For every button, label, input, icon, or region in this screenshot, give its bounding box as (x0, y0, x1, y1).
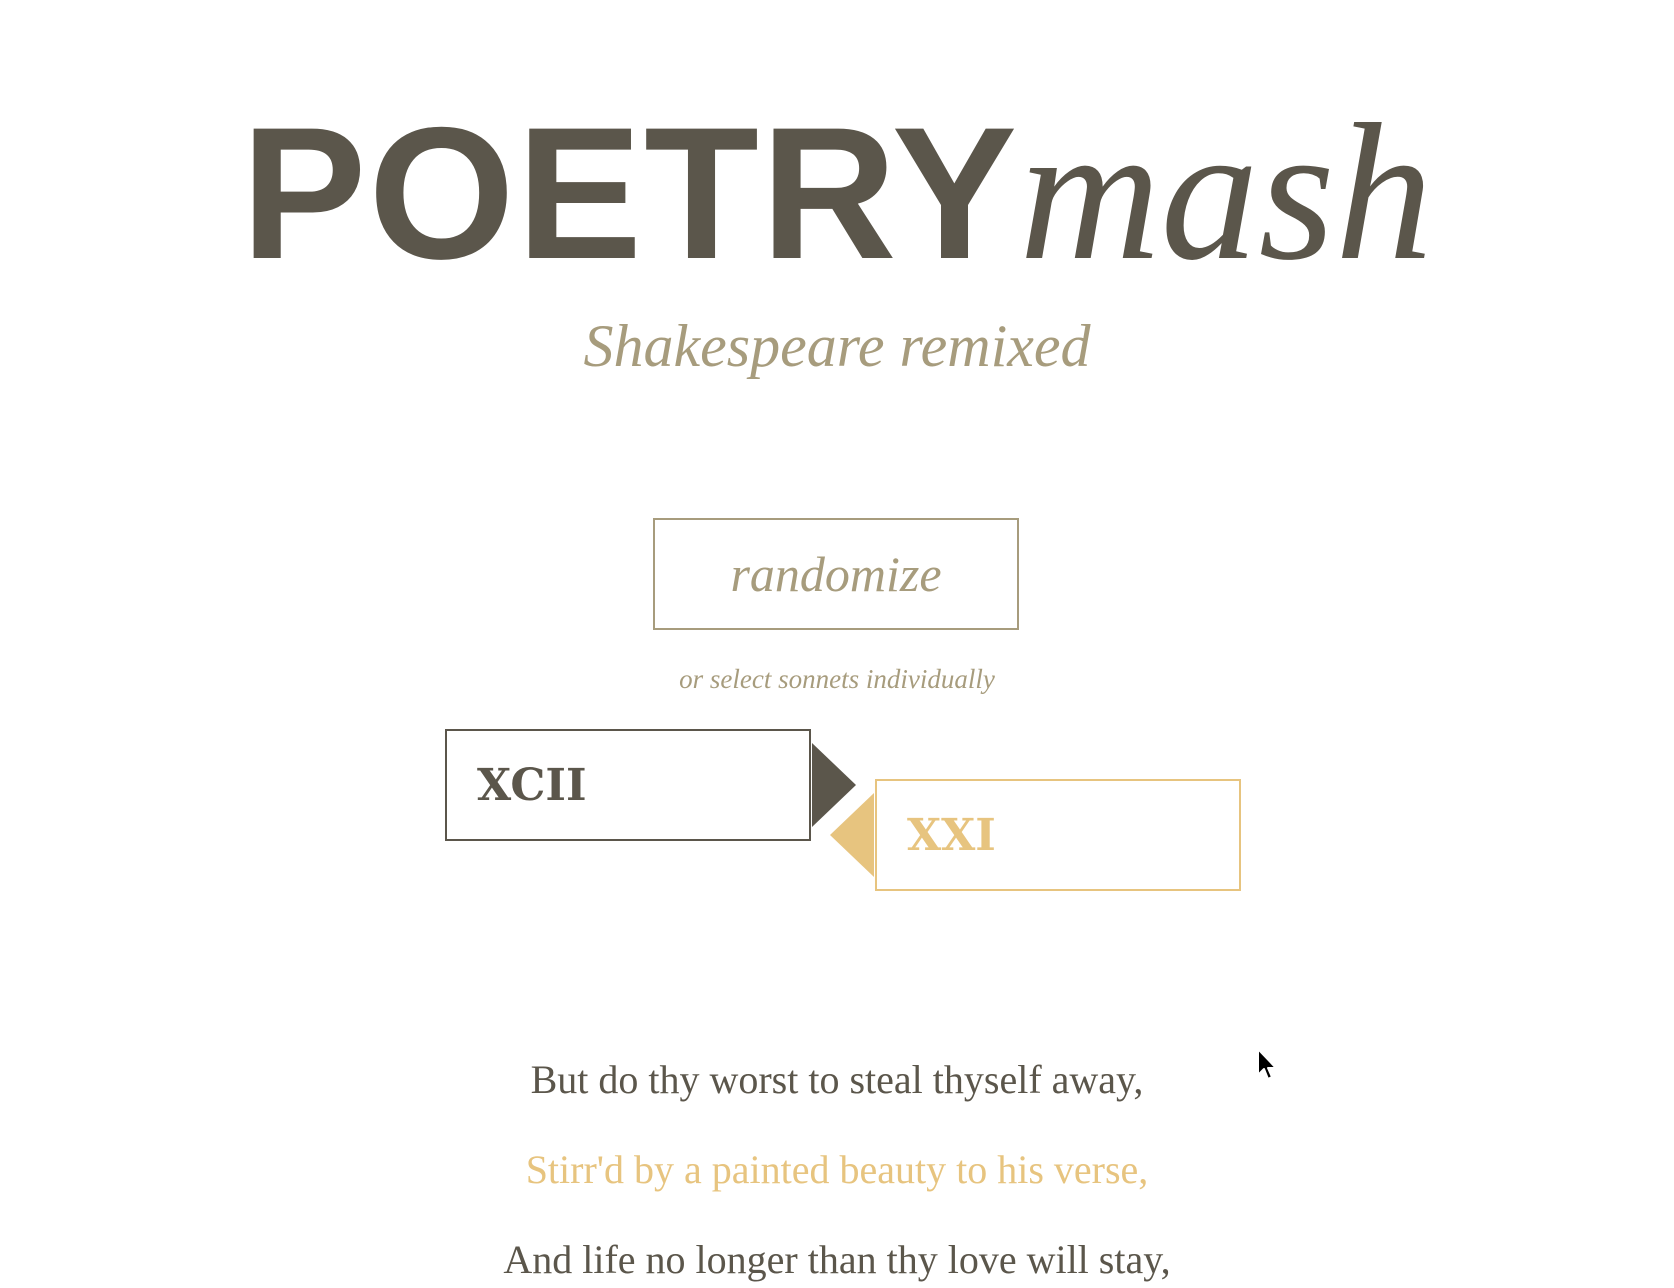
poem-line: And life no longer than thy love will st… (503, 1237, 1171, 1282)
mouse-pointer-icon (1257, 1048, 1277, 1080)
arrow-left-icon (830, 793, 874, 877)
logo-word-poetry: POETRY (241, 88, 1020, 298)
sonnet-selector-left[interactable]: XCII (445, 729, 811, 841)
poem-line: But do thy worst to steal thyself away, (530, 1057, 1144, 1102)
poem-line: Stirr'd by a painted beauty to his verse… (525, 1147, 1149, 1192)
randomize-button[interactable]: randomize (653, 518, 1019, 630)
site-logo: POETRYmash (0, 95, 1674, 291)
tagline: Shakespeare remixed (583, 313, 1091, 379)
sonnet-left-numeral: XCII (477, 759, 587, 811)
poem: But do thy worst to steal thyself away, … (0, 1050, 1674, 1288)
select-hint: or select sonnets individually (679, 664, 995, 694)
sonnet-right-numeral: XXI (907, 809, 996, 861)
sonnet-selector-right[interactable]: XXI (875, 779, 1241, 891)
logo-word-mash: mash (1019, 84, 1433, 301)
